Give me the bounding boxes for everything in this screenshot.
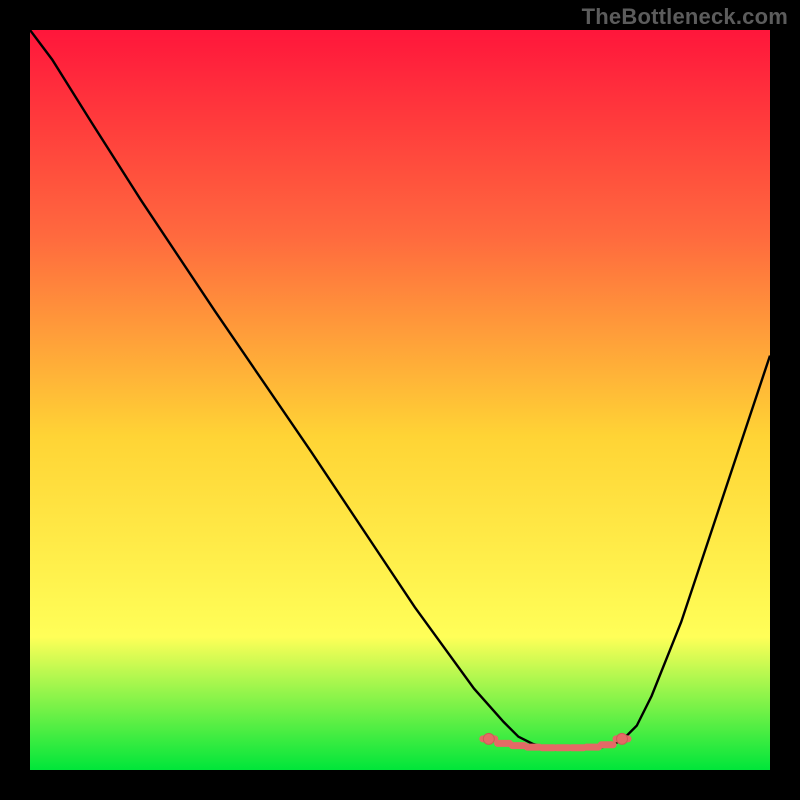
chart-svg — [30, 30, 770, 770]
plot-area — [30, 30, 770, 770]
gradient-background — [30, 30, 770, 770]
watermark-text: TheBottleneck.com — [582, 4, 788, 30]
optimal-marker-end — [483, 733, 494, 744]
optimal-marker-end — [617, 733, 628, 744]
chart-frame: TheBottleneck.com — [0, 0, 800, 800]
